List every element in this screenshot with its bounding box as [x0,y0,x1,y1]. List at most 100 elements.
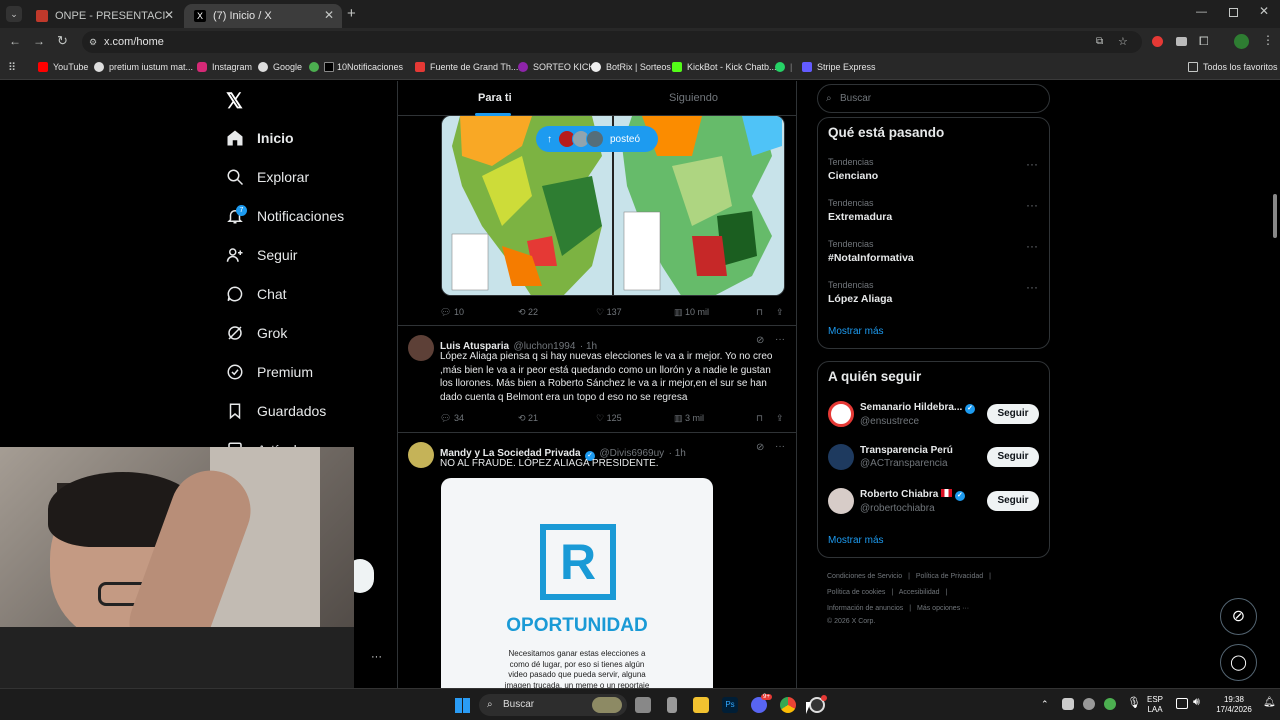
footer-link[interactable]: Política de Privacidad [916,573,983,580]
nav-explore[interactable]: Explorar [226,168,309,186]
scrollbar-track[interactable] [1270,81,1280,688]
more-icon[interactable]: ··· [1026,239,1038,253]
trend-item[interactable]: Tendencias López Aliaga [828,280,892,305]
notification-bell-icon[interactable]: 🔔︎ [1263,698,1276,708]
network-icon[interactable] [1176,698,1188,709]
tab-for-you[interactable]: Para ti [478,92,512,104]
avatar[interactable] [408,442,434,468]
follow-suggestion[interactable]: Roberto Chiabra ✓ @robertochiabra [828,488,965,514]
trend-item[interactable]: Tendencias Cienciano [828,157,878,182]
post-mandy[interactable]: Mandy y La Sociedad Privada ✓ @Divis6969… [398,433,796,688]
footer-link[interactable]: Más opciones ··· [917,605,969,612]
volume-icon[interactable]: 🔊︎ [1193,697,1200,708]
follow-button[interactable]: Seguir [987,491,1039,511]
follow-button[interactable]: Seguir [987,404,1039,424]
show-more-trends[interactable]: Mostrar más [828,326,884,337]
clock[interactable]: 19:38 17/4/2026 [1212,695,1256,715]
site-info-icon[interactable]: ⚙ [89,31,97,53]
nav-premium[interactable]: Premium [226,363,313,381]
grok-icon[interactable]: ⊘ [756,335,764,346]
repost-button[interactable]: ⟲ 22 [518,307,596,318]
back-icon[interactable]: ← [9,34,21,48]
nav-chat[interactable]: Chat [226,285,287,303]
x-logo[interactable]: 𝕏 [226,89,243,114]
bookmark-icon[interactable]: ⊓ [756,307,776,318]
restore-icon[interactable] [1229,8,1238,17]
follow-suggestion[interactable]: Semanario Hildebra... ✓ @ensustrece [828,401,976,427]
chrome-icon[interactable] [780,697,796,713]
tab-search-button[interactable]: ⌄ [6,6,22,22]
trend-item[interactable]: Tendencias Extremadura [828,198,892,223]
grok-float-button[interactable]: ⊘ [1220,598,1257,635]
trend-item[interactable]: Tendencias #NotaInformativa [828,239,914,264]
bookmark-google[interactable]: Google [258,62,302,72]
bookmark-grand-theft[interactable]: Fuente de Grand Th... [415,62,518,72]
nav-bookmarks[interactable]: Guardados [226,402,326,420]
nav-follow[interactable]: Seguir [226,246,297,264]
like-button[interactable]: ♡ 125 [596,413,674,424]
close-window-icon[interactable]: ✕ [1259,4,1269,18]
install-icon[interactable]: ⧉ [1096,31,1103,53]
share-icon[interactable]: ⇪ [776,413,784,424]
more-icon[interactable]: ··· [775,441,785,452]
new-tab-button[interactable]: + [347,5,356,22]
tab-onpe[interactable]: ONPE - PRESENTACIÓN DE RES ✕ [26,4,182,28]
close-icon[interactable]: ✕ [164,8,174,22]
post-luis-atusparia[interactable]: Luis Atusparia @luchon1994 · 1h ⊘ ··· Ló… [398,326,796,433]
taskbar-search[interactable]: ⌕ Buscar [479,694,627,716]
apps-icon[interactable]: ⠿ [8,61,16,74]
extension-icon[interactable] [1152,36,1163,47]
star-icon[interactable]: ☆ [1118,31,1128,53]
footer-link[interactable]: Política de cookies [827,589,885,596]
follow-button[interactable]: Seguir [987,447,1039,467]
windows-start-icon[interactable] [455,698,470,713]
language-indicator[interactable]: ESP LAA [1147,695,1163,715]
bookmark-instagram[interactable]: Instagram [197,62,252,72]
minimize-icon[interactable]: — [1196,6,1207,18]
bookmark-pretium[interactable]: pretium iustum mat... [94,62,193,72]
tab-following[interactable]: Siguiendo [669,92,718,104]
bookmark-botrix[interactable]: BotRix | Sorteos [591,62,671,72]
show-more-follow[interactable]: Mostrar más [828,535,884,546]
views-button[interactable]: ▥ 10 mil [674,307,756,318]
file-explorer-icon[interactable] [693,697,709,713]
all-bookmarks[interactable]: Todos los favoritos [1188,62,1278,72]
repost-button[interactable]: ⟲ 21 [518,413,596,424]
tray-icon[interactable] [1062,698,1074,710]
reload-icon[interactable]: ↻ [57,33,68,49]
post-image-oportunidad[interactable]: R OPORTUNIDAD Necesitamos ganar estas el… [441,478,713,688]
bookmark-stripe[interactable]: Stripe Express [802,62,876,72]
photoshop-icon[interactable]: Ps [722,697,738,713]
tray-chevron-icon[interactable]: ⌃ [1041,699,1049,709]
more-icon[interactable]: ··· [775,334,785,345]
views-button[interactable]: ▥ 3 mil [674,413,756,424]
bookmark-10notificaciones[interactable]: 10Notificaciones [309,62,403,72]
address-bar[interactable]: ⚙ x.com/home ⧉ ☆ [82,31,1142,53]
messages-float-button[interactable]: ◯ [1220,644,1257,681]
bookmark-sorteo-kick[interactable]: SORTEO KICK [518,62,594,72]
scrollbar-thumb[interactable] [1273,194,1277,238]
search-input[interactable]: ⌕ Buscar [817,84,1050,113]
more-icon[interactable]: ··· [1026,157,1038,171]
reply-button[interactable]: 💬︎ 10 [440,307,518,318]
task-view-icon[interactable] [635,697,651,713]
bookmark-kickbot[interactable]: KickBot - Kick Chatb... [672,62,777,72]
reply-button[interactable]: 💬︎ 34 [440,413,518,424]
forward-icon[interactable]: → [33,34,45,48]
grok-icon[interactable]: ⊘ [756,442,764,453]
avatar[interactable] [408,335,434,361]
account-more-icon[interactable]: ··· [371,651,382,663]
tab-x-home[interactable]: X (7) Inicio / X ✕ [184,4,342,28]
extensions-puzzle-icon[interactable]: ⧠ [1199,34,1209,49]
footer-link[interactable]: Accesibilidad [899,589,940,596]
app-icon[interactable] [667,697,677,713]
more-icon[interactable]: ··· [1026,198,1038,212]
footer-link[interactable]: Condiciones de Servicio [827,573,902,580]
profile-avatar[interactable] [1234,34,1249,49]
bookmark-whatsapp[interactable]: | [775,62,792,72]
more-icon[interactable]: ··· [1026,280,1038,294]
nav-grok[interactable]: Grok [226,324,287,342]
tray-icon[interactable] [1104,698,1116,710]
close-icon[interactable]: ✕ [324,8,334,22]
extension-icon[interactable] [1176,37,1187,46]
